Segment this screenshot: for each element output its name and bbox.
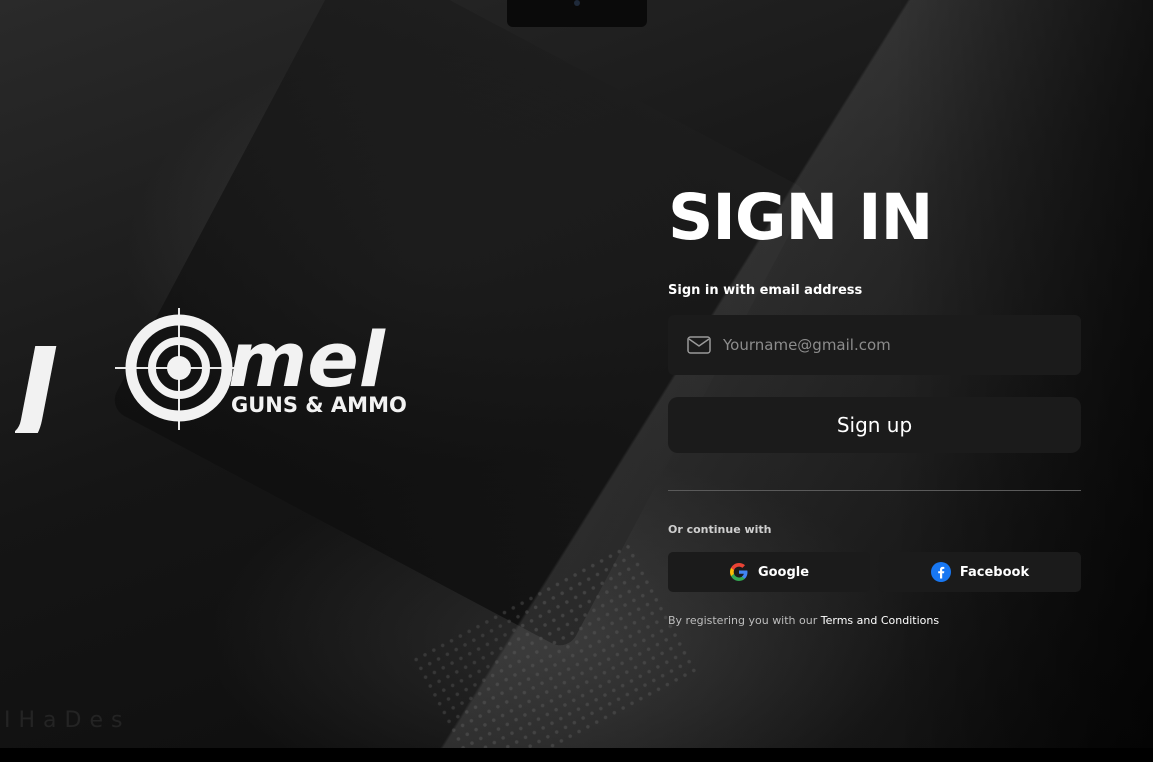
camera-dot [574,0,580,6]
divider [668,490,1081,491]
camera-notch [507,0,647,27]
social-login-row: Google Facebook [668,552,1081,592]
sign-in-form: SIGN IN Sign in with email address Sign … [668,180,1081,627]
google-button-label: Google [757,564,810,580]
logo-j-letter: J [15,325,59,433]
logo-graphic: J mel GUNS & AMMO [15,308,407,433]
bottom-strip [0,748,1153,762]
sign-in-page: J mel GUNS & AMMO IHaDes SIGN IN Sign in… [0,0,1153,762]
mail-icon [687,336,711,354]
sign-up-button[interactable]: Sign up [668,397,1081,453]
watermark-text: IHaDes [4,708,131,733]
facebook-button-label: Facebook [959,564,1030,580]
email-input[interactable] [721,335,1055,355]
terms-text: By registering you with our [668,614,821,627]
email-field[interactable] [668,315,1081,375]
jomel-logo: J mel GUNS & AMMO [15,308,445,433]
facebook-icon [930,562,951,582]
page-title: SIGN IN [668,181,933,254]
email-section-label: Sign in with email address [668,283,863,298]
logo-mel-letters: mel [228,315,386,404]
google-button[interactable]: Google [668,552,870,592]
target-bullseye [167,356,191,380]
facebook-button[interactable]: Facebook [879,552,1081,592]
google-icon [729,563,748,581]
logo-tagline: GUNS & AMMO [231,393,407,417]
terms-link[interactable]: Terms and Conditions [821,614,939,627]
continue-with-label: Or continue with [668,523,772,536]
terms-notice: By registering you with our Terms and Co… [668,614,1081,627]
